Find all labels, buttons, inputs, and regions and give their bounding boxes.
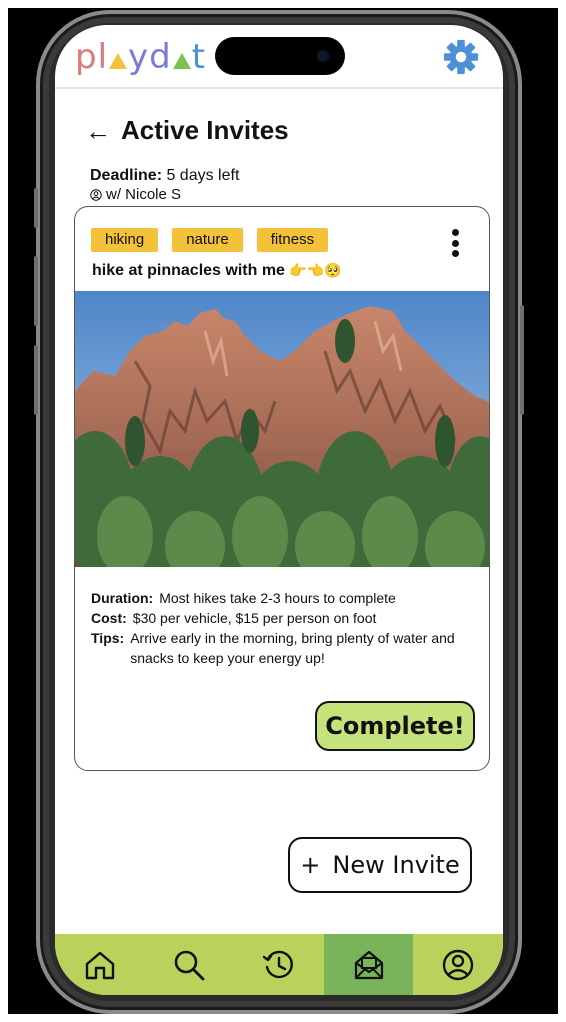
profile-icon xyxy=(442,949,474,980)
inbox-icon xyxy=(354,950,383,979)
gear-icon[interactable] xyxy=(442,38,480,76)
deadline-value: 5 days left xyxy=(162,167,240,184)
nav-history[interactable] xyxy=(234,934,324,995)
deadline-label: Deadline: xyxy=(90,167,163,184)
camera-notch xyxy=(215,37,345,75)
detail-label: Cost: xyxy=(91,610,127,626)
camera-lens xyxy=(317,50,329,62)
partner-name: w/ Nicole S xyxy=(106,186,182,203)
logo-letter: y xyxy=(128,37,150,77)
volume-up-button xyxy=(34,256,38,326)
tag[interactable]: nature xyxy=(172,228,243,252)
plus-icon: + xyxy=(300,851,321,879)
phone-screen: p l y d t ← Active Invites Deadline: 5 d… xyxy=(55,25,503,995)
invite-title-text: hike at pinnacles with me xyxy=(92,262,285,279)
logo-triangle xyxy=(109,53,128,69)
volume-down-button xyxy=(34,345,38,415)
more-options-icon[interactable] xyxy=(445,227,465,259)
detail-row: Duration: Most hikes take 2-3 hours to c… xyxy=(91,588,481,608)
app-logo: p l y d t xyxy=(75,35,206,79)
nav-search[interactable] xyxy=(145,934,235,995)
invite-title-emoji: 👉👈🥺 xyxy=(289,262,342,278)
complete-button[interactable]: Complete! xyxy=(315,701,475,751)
tag[interactable]: fitness xyxy=(256,228,329,252)
home-icon xyxy=(85,951,114,979)
logo-letter: p xyxy=(75,37,98,77)
logo-letter: t xyxy=(191,37,207,77)
mute-switch xyxy=(34,188,38,228)
logo-triangle xyxy=(172,53,191,69)
nav-inbox[interactable] xyxy=(323,934,414,995)
detail-row: Cost: $30 per vehicle, $15 per person on… xyxy=(91,608,481,628)
history-icon xyxy=(262,950,293,978)
deadline-info: Deadline: 5 days left xyxy=(90,167,239,185)
tag-list: hiking nature fitness xyxy=(91,228,329,252)
page-title: ← Active Invites xyxy=(85,115,289,146)
back-arrow-icon[interactable]: ← xyxy=(85,118,111,144)
tag[interactable]: hiking xyxy=(91,228,159,252)
new-invite-label: New Invite xyxy=(332,851,460,879)
logo-letter: l xyxy=(97,37,109,77)
nav-profile[interactable] xyxy=(413,934,503,995)
detail-label: Duration: xyxy=(91,590,154,606)
invite-details: Duration: Most hikes take 2-3 hours to c… xyxy=(91,588,481,668)
pinnacles-photo xyxy=(75,291,489,567)
person-icon xyxy=(90,188,102,201)
detail-value: Most hikes take 2-3 hours to complete xyxy=(159,590,396,606)
invite-partner: w/ Nicole S xyxy=(90,186,181,203)
page-title-text: Active Invites xyxy=(121,115,289,145)
invite-card[interactable]: hiking nature fitness hike at pinnacles … xyxy=(74,206,490,771)
nav-home[interactable] xyxy=(55,934,145,995)
new-invite-button[interactable]: + New Invite xyxy=(288,837,472,893)
search-icon xyxy=(175,950,205,980)
logo-letter: d xyxy=(149,37,172,77)
app-header: p l y d t xyxy=(55,25,503,89)
detail-label: Tips: xyxy=(91,630,125,646)
detail-value: $30 per vehicle, $15 per person on foot xyxy=(132,610,377,626)
bottom-nav xyxy=(55,934,503,995)
power-button xyxy=(520,305,524,415)
detail-value: Arrive early in the morning, bring plent… xyxy=(130,630,455,666)
invite-title: hike at pinnacles with me 👉👈🥺 xyxy=(92,262,342,280)
detail-row: Tips: Arrive early in the morning, bring… xyxy=(91,628,481,668)
